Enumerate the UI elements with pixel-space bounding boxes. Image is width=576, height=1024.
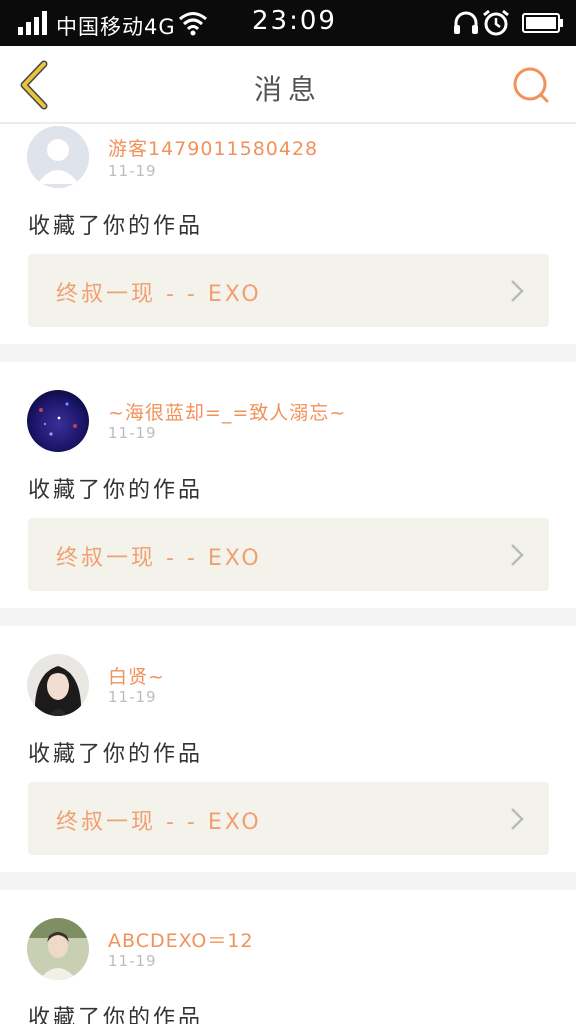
message-date: 11-19 xyxy=(108,162,157,180)
wifi-icon xyxy=(179,12,207,36)
action-text: 收藏了你的作品 xyxy=(28,1006,204,1024)
work-link[interactable]: 终叔一现 - - EXO xyxy=(28,518,549,591)
alarm-icon xyxy=(483,9,509,36)
work-title: 终叔一现 - - EXO xyxy=(56,546,262,571)
chevron-right-icon xyxy=(511,544,524,566)
message-date: 11-19 xyxy=(108,688,157,706)
message-card: 游客1479011580428 11-19 收藏了你的作品 终叔一现 - - E… xyxy=(0,124,576,344)
message-card: 白贤~ 11-19 收藏了你的作品 终叔一现 - - EXO xyxy=(0,626,576,872)
message-date: 11-19 xyxy=(108,424,157,442)
username[interactable]: ABCDEXO＝12 xyxy=(108,926,254,953)
username[interactable]: 白贤~ xyxy=(108,662,165,689)
status-bar: 中国移动4G 23:09 xyxy=(0,0,576,46)
portrait-avatar-icon xyxy=(27,654,89,716)
action-text: 收藏了你的作品 xyxy=(28,214,204,239)
default-avatar-icon xyxy=(27,126,89,188)
avatar[interactable] xyxy=(27,918,89,980)
signal-icon xyxy=(18,11,47,35)
status-time: 23:09 xyxy=(252,6,337,36)
work-link[interactable]: 终叔一现 - - EXO xyxy=(28,782,549,855)
headset-icon xyxy=(454,11,478,34)
action-text: 收藏了你的作品 xyxy=(28,478,204,503)
work-link[interactable]: 终叔一现 - - EXO xyxy=(28,254,549,327)
avatar[interactable] xyxy=(27,654,89,716)
avatar[interactable] xyxy=(27,126,89,188)
photo-avatar-icon xyxy=(27,918,89,980)
chevron-right-icon xyxy=(511,280,524,302)
avatar[interactable] xyxy=(27,390,89,452)
page-title: 消息 xyxy=(253,73,322,106)
message-date: 11-19 xyxy=(108,952,157,970)
nav-bar: 消息 xyxy=(0,46,576,124)
username[interactable]: ~海很蓝却=_=致人溺忘~ xyxy=(108,398,346,425)
carrier-label: 中国移动4G xyxy=(56,15,176,39)
work-title: 终叔一现 - - EXO xyxy=(56,282,262,307)
work-title: 终叔一现 - - EXO xyxy=(56,810,262,835)
message-card: ABCDEXO＝12 11-19 收藏了你的作品 xyxy=(0,890,576,1024)
action-text: 收藏了你的作品 xyxy=(28,742,204,767)
battery-icon xyxy=(522,13,563,33)
username[interactable]: 游客1479011580428 xyxy=(108,134,318,161)
blue-stars-avatar-icon xyxy=(27,390,89,452)
message-card: ~海很蓝却=_=致人溺忘~ 11-19 收藏了你的作品 终叔一现 - - EXO xyxy=(0,362,576,608)
chevron-right-icon xyxy=(511,808,524,830)
search-icon[interactable] xyxy=(510,64,554,108)
message-list: 游客1479011580428 11-19 收藏了你的作品 终叔一现 - - E… xyxy=(0,124,576,1024)
